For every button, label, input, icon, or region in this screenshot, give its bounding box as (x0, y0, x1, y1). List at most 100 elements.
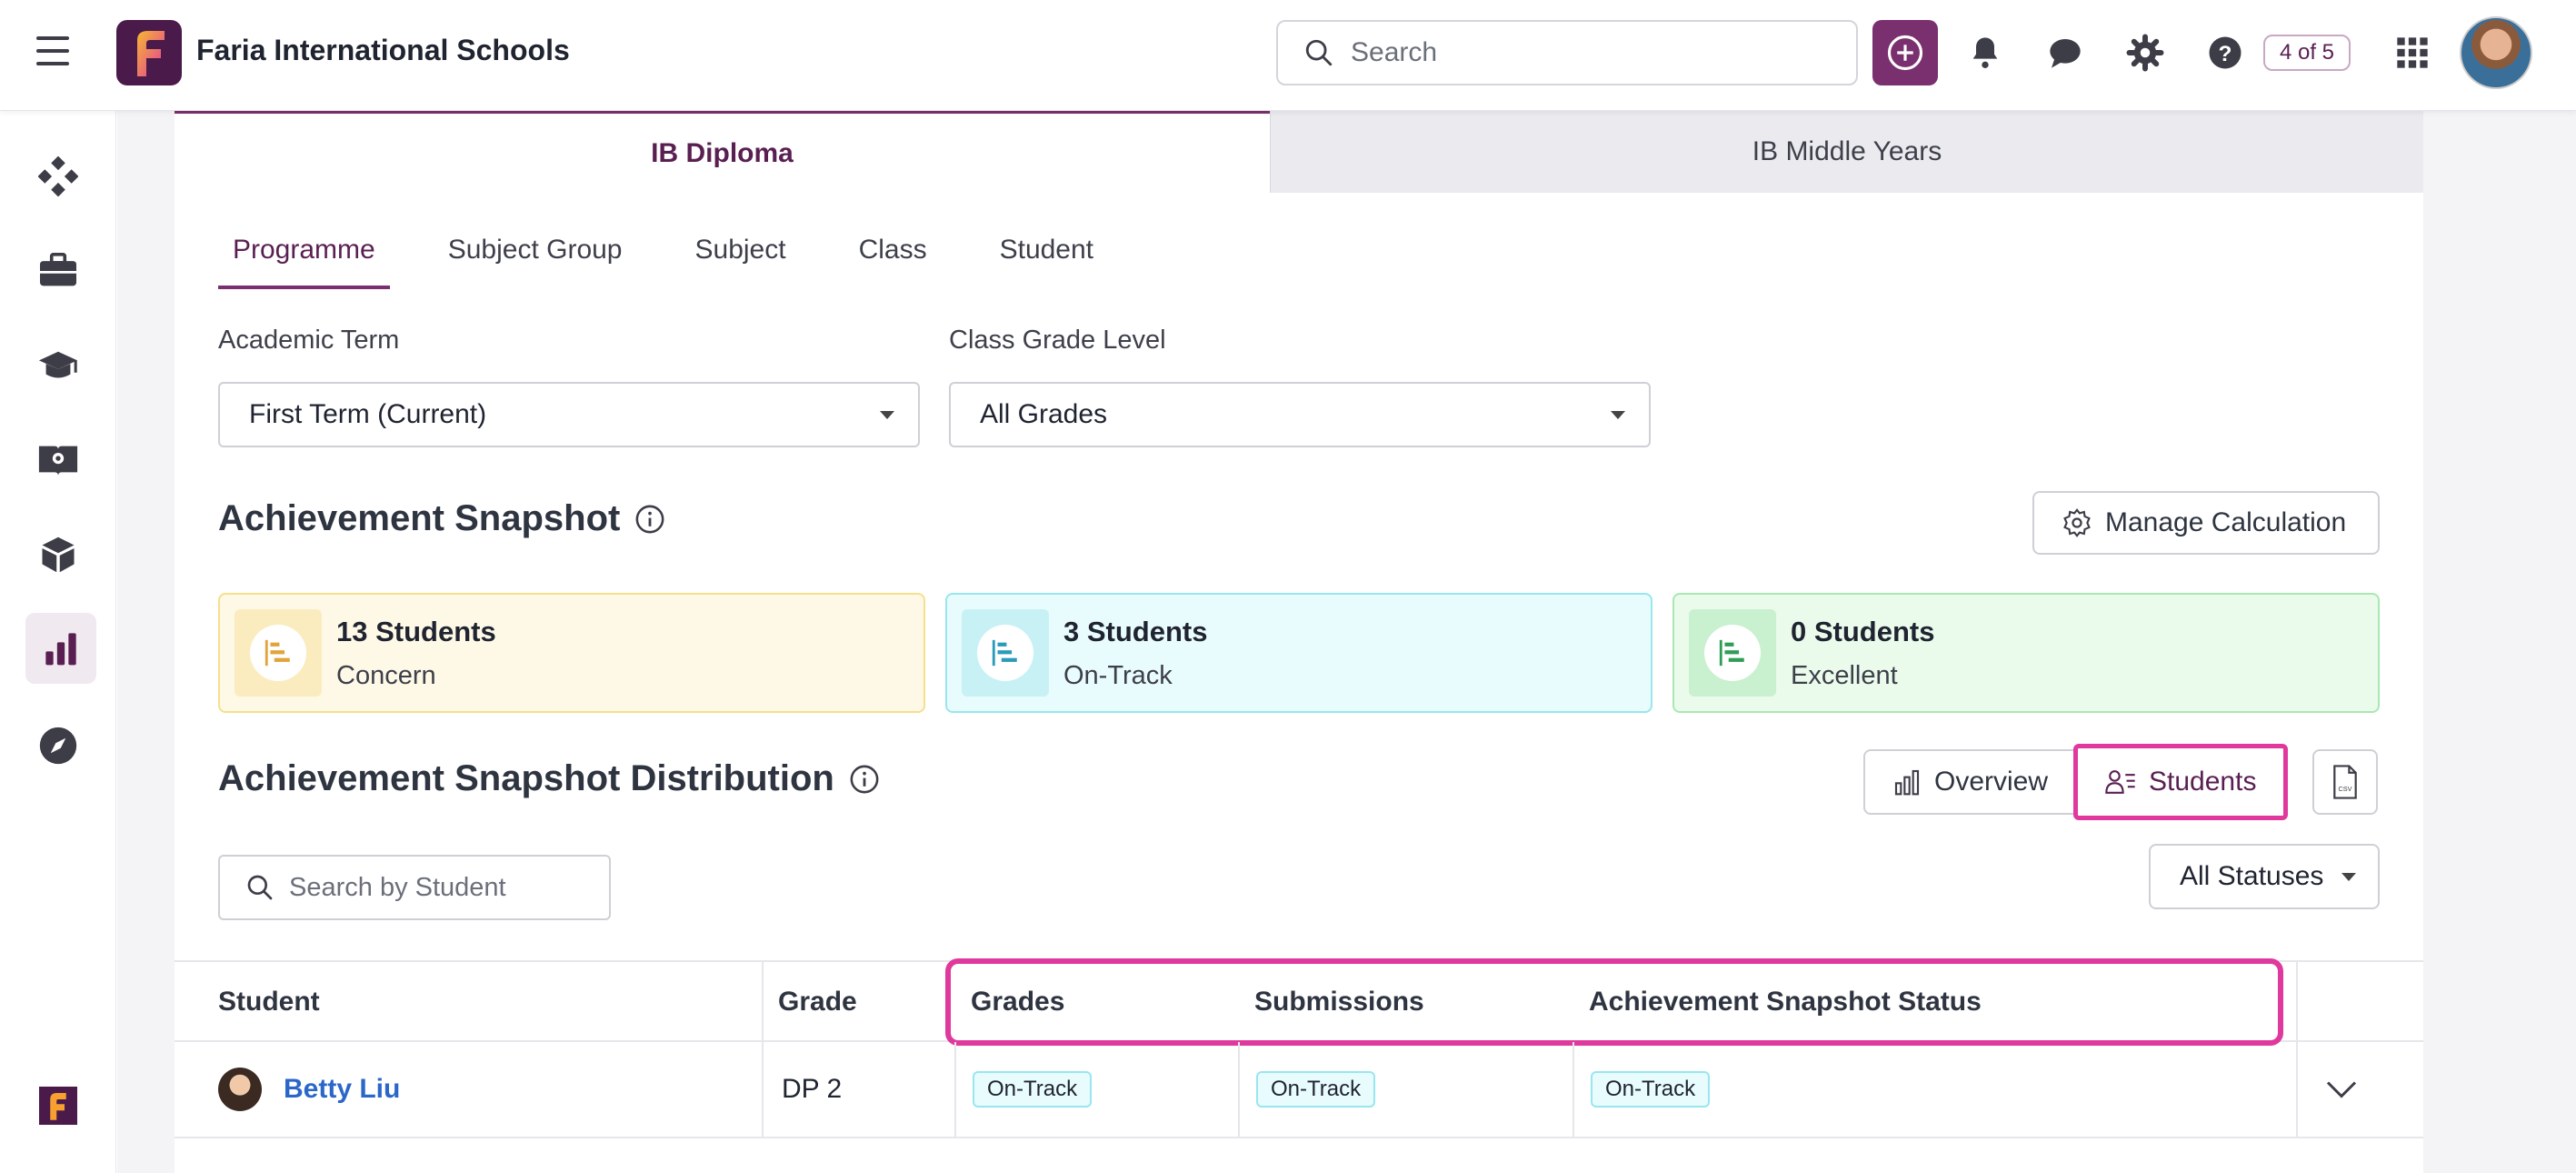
column-header-student[interactable]: Student (218, 962, 320, 1042)
expand-row-button[interactable] (2325, 1042, 2358, 1137)
concern-label: Concern (336, 660, 436, 690)
search-placeholder: Search (1351, 37, 1438, 67)
excellent-gantt-icon (1704, 625, 1761, 681)
student-search-placeholder: Search by Student (289, 872, 506, 902)
overview-label: Overview (1934, 767, 2049, 797)
add-button[interactable] (1872, 20, 1938, 85)
students-list-icon (2105, 770, 2135, 794)
status-filter-select[interactable]: All Statuses (2149, 844, 2380, 909)
student-search-input[interactable]: Search by Student (218, 855, 611, 920)
status-badge: On-Track (1256, 1071, 1376, 1108)
menu-icon[interactable] (36, 36, 69, 67)
book-icon (38, 446, 78, 476)
bar-chart-icon (45, 633, 76, 666)
on-track-card[interactable]: 3 Students On-Track (945, 593, 1652, 713)
column-divider (762, 1042, 764, 1137)
sidebar-item-briefcase[interactable] (33, 246, 84, 296)
concern-gantt-icon (250, 625, 306, 681)
table-header-row: Student Grade Grades Submissions Achieve… (175, 958, 2423, 1046)
table-row[interactable]: Betty Liu DP 2 On-Track On-Track On-Trac… (175, 1042, 2423, 1138)
sidebar-item-curriculum[interactable] (33, 435, 84, 486)
academic-term-value: First Term (Current) (249, 399, 487, 429)
search-icon (247, 875, 273, 900)
apps-grid-icon[interactable] (2391, 31, 2434, 75)
caret-down-icon (1611, 411, 1625, 419)
grade-level-label: Class Grade Level (949, 326, 1166, 355)
column-divider (2296, 962, 2298, 1042)
column-header-grade[interactable]: Grade (778, 962, 857, 1042)
tab-class[interactable]: Class (844, 235, 942, 289)
tab-ib-diploma[interactable]: IB Diploma (175, 111, 1270, 193)
on-track-count: 3 Students (1063, 615, 1208, 647)
sidebar-item-academics[interactable] (33, 342, 84, 393)
info-icon[interactable] (634, 504, 665, 535)
manage-calculation-button[interactable]: Manage Calculation (2032, 491, 2380, 555)
left-sidebar (0, 111, 116, 1173)
compass-icon (39, 727, 77, 765)
student-name-link[interactable]: Betty Liu (284, 1074, 400, 1105)
faria-small-logo-icon[interactable] (33, 1080, 84, 1131)
view-toggle-group: Overview Students (1863, 744, 2289, 820)
snapshot-status-cell: On-Track (1591, 1042, 1711, 1137)
user-avatar[interactable] (2460, 16, 2532, 89)
search-icon (1305, 39, 1333, 66)
column-divider (762, 962, 764, 1042)
on-track-gantt-icon (977, 625, 1033, 681)
grade-level-value: All Grades (980, 399, 1108, 429)
concern-count: 13 Students (336, 615, 496, 647)
global-search-input[interactable]: Search (1276, 20, 1858, 85)
grade-cell: DP 2 (782, 1074, 843, 1104)
chat-icon[interactable] (2043, 31, 2087, 75)
grade-level-select[interactable]: All Grades (949, 382, 1651, 447)
help-icon[interactable]: ? (2203, 31, 2247, 75)
faria-logo-icon[interactable] (116, 20, 182, 85)
tab-subject[interactable]: Subject (681, 235, 801, 289)
column-divider (1238, 1042, 1240, 1137)
sidebar-item-resources[interactable] (33, 529, 84, 580)
dashboard-icon (38, 156, 78, 196)
school-name: Faria International Schools (196, 34, 570, 66)
students-table: Student Grade Grades Submissions Achieve… (175, 958, 2423, 1138)
view-sub-tabs: Programme Subject Group Subject Class St… (218, 235, 1152, 289)
onboarding-counter-badge[interactable]: 4 of 5 (2263, 35, 2351, 71)
cube-icon (42, 536, 75, 573)
gear-icon[interactable] (2123, 31, 2167, 75)
sidebar-item-analytics[interactable] (25, 613, 96, 684)
csv-file-icon: CSV (2333, 765, 2357, 799)
students-button[interactable]: Students (2073, 744, 2289, 820)
academic-term-select[interactable]: First Term (Current) (218, 382, 920, 447)
submissions-cell: On-Track (1256, 1042, 1376, 1137)
top-bar: Faria International Schools Search ? 4 o… (0, 0, 2576, 111)
on-track-label: On-Track (1063, 660, 1173, 690)
bell-icon[interactable] (1963, 31, 2007, 75)
academic-term-label: Academic Term (218, 326, 400, 355)
excellent-card[interactable]: 0 Students Excellent (1672, 593, 2380, 713)
tab-subject-group[interactable]: Subject Group (434, 235, 637, 289)
sidebar-item-dashboard[interactable] (33, 151, 84, 202)
excellent-label: Excellent (1791, 660, 1898, 690)
caret-down-icon (2341, 873, 2356, 881)
caret-down-icon (880, 411, 894, 419)
distribution-title: Achievement Snapshot Distribution (218, 758, 834, 798)
svg-text:?: ? (2219, 42, 2232, 66)
export-csv-button[interactable]: CSV (2312, 749, 2378, 815)
plus-circle-icon (1887, 35, 1923, 71)
excellent-count: 0 Students (1791, 615, 1935, 647)
sidebar-item-explore[interactable] (33, 720, 84, 771)
column-divider (2296, 1042, 2298, 1137)
graduation-cap-icon (38, 351, 78, 378)
highlight-annotation-box (945, 958, 2283, 1046)
svg-text:CSV: CSV (2338, 785, 2351, 793)
overview-button[interactable]: Overview (1865, 751, 2073, 813)
tab-programme[interactable]: Programme (218, 235, 390, 289)
tab-student[interactable]: Student (985, 235, 1108, 289)
analytics-panel: IB Diploma IB Middle Years Programme Sub… (175, 111, 2423, 1173)
chevron-down-icon (2326, 1081, 2357, 1098)
achievement-snapshot-title: Achievement Snapshot (218, 498, 621, 538)
briefcase-icon (40, 253, 76, 286)
achievement-snapshot-heading: Achievement Snapshot (218, 498, 665, 539)
concern-card[interactable]: 13 Students Concern (218, 593, 925, 713)
tab-ib-middle-years[interactable]: IB Middle Years (1270, 111, 2423, 193)
bar-chart-outline-icon (1894, 769, 1920, 796)
info-icon[interactable] (849, 764, 880, 795)
